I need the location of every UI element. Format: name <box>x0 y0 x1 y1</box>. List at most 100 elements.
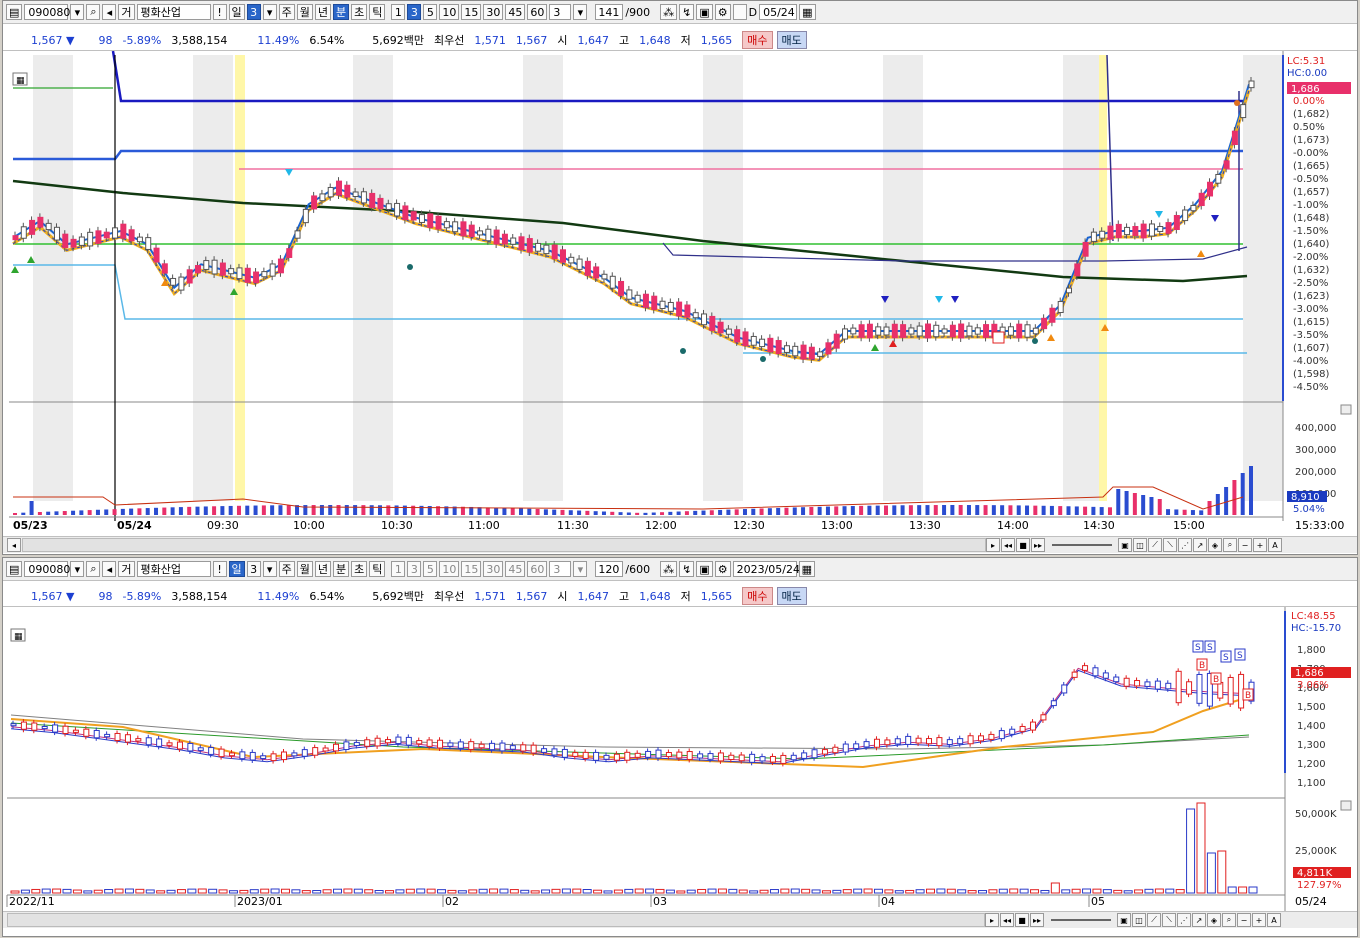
draw-trend-icon[interactable]: ⟍ <box>1162 913 1176 927</box>
period-dropdown-icon[interactable]: ▾ <box>262 561 277 577</box>
interval-5[interactable]: 5 <box>423 4 438 20</box>
period-month[interactable]: 월 <box>296 561 313 577</box>
indicator-icon[interactable]: ⁂ <box>660 4 678 20</box>
draw-arrow-icon[interactable]: ↗ <box>1192 913 1206 927</box>
interval-15[interactable]: 15 <box>461 561 482 577</box>
interval-5[interactable]: 5 <box>423 561 438 577</box>
daily-candlestick-chart[interactable]: SSSSBBB LC:48.55HC:-15.701,8001,7001,600… <box>3 607 1355 911</box>
shape-icon[interactable]: ◈ <box>1208 538 1222 552</box>
intraday-candlestick-chart[interactable]: LC:5.31HC:0.00 1,6860.00% (1,682) 0.50% (1,6… <box>3 51 1355 538</box>
calendar-icon[interactable]: ▦ <box>799 4 816 20</box>
buy-button[interactable]: 매수 <box>742 587 773 605</box>
count-input[interactable]: 141 <box>595 4 624 20</box>
draw-fib-icon[interactable]: ⋰ <box>1178 538 1192 552</box>
interval-3[interactable]: 3 <box>407 561 422 577</box>
interval-3[interactable]: 3 <box>407 4 422 20</box>
sell-button[interactable]: 매도 <box>776 31 807 49</box>
layout-split-icon[interactable]: ◫ <box>1132 913 1146 927</box>
interval-value-input[interactable]: 3 <box>549 4 572 20</box>
draw-line-icon[interactable]: ⟋ <box>1147 913 1161 927</box>
scroll-track[interactable] <box>22 538 986 552</box>
period-count[interactable]: 3 <box>246 4 261 20</box>
layout-icon[interactable]: ▤ <box>6 4 23 20</box>
alert-icon[interactable]: ! <box>212 4 227 20</box>
calendar-icon[interactable]: ▦ <box>798 561 816 577</box>
period-tick[interactable]: 틱 <box>369 4 386 20</box>
scroll-left-icon[interactable]: ◂ <box>7 538 21 552</box>
period-week[interactable]: 주 <box>278 561 295 577</box>
period-dropdown-icon[interactable]: ▾ <box>262 4 277 20</box>
search-icon[interactable]: ⌕ <box>86 561 101 577</box>
play-icon[interactable]: ▸ <box>985 913 999 927</box>
text-icon[interactable]: A <box>1267 913 1281 927</box>
zoom-slider[interactable] <box>1051 919 1111 921</box>
minimize-icon[interactable] <box>1340 800 1352 811</box>
play-icon[interactable]: ▸ <box>986 538 1000 552</box>
plus-icon[interactable]: + <box>1253 538 1267 552</box>
period-count[interactable]: 3 <box>246 561 261 577</box>
interval-45[interactable]: 45 <box>505 561 526 577</box>
period-year[interactable]: 년 <box>314 561 332 577</box>
layout-tile-icon[interactable]: ▣ <box>1117 913 1131 927</box>
period-week[interactable]: 주 <box>278 4 295 20</box>
interval-1[interactable]: 1 <box>391 561 406 577</box>
count-input[interactable]: 120 <box>595 561 624 577</box>
shape-icon[interactable]: ◈ <box>1207 913 1221 927</box>
period-second[interactable]: 초 <box>351 561 368 577</box>
indicator-icon[interactable]: ⁂ <box>660 561 678 577</box>
compare-icon[interactable]: ↯ <box>679 4 695 20</box>
period-day[interactable]: 일 <box>228 561 245 577</box>
period-minute[interactable]: 분 <box>333 561 350 577</box>
rewind-icon[interactable]: ◂◂ <box>1000 913 1014 927</box>
interval-dropdown-icon[interactable]: ▾ <box>573 561 588 577</box>
zoom-in-icon[interactable]: ⌕ <box>1223 538 1237 552</box>
minus-icon[interactable]: − <box>1237 913 1251 927</box>
layout-split-icon[interactable]: ◫ <box>1133 538 1147 552</box>
interval-60[interactable]: 60 <box>527 561 548 577</box>
daily-scrollbar[interactable]: ▸ ◂◂ ■ ▸▸ ▣ ◫ ⟋ ⟍ ⋰ ↗ ◈ ⌕ − + A <box>3 911 1357 928</box>
draw-trend-icon[interactable]: ⟍ <box>1163 538 1177 552</box>
zoom-in-icon[interactable]: ⌕ <box>1222 913 1236 927</box>
code-dropdown-icon[interactable]: ▾ <box>70 4 85 20</box>
forward-icon[interactable]: ▸▸ <box>1031 538 1045 552</box>
interval-45[interactable]: 45 <box>505 4 526 20</box>
rewind-icon[interactable]: ◂◂ <box>1001 538 1015 552</box>
speaker-icon[interactable]: ◂ <box>102 561 117 577</box>
interval-value-input[interactable]: 3 <box>549 561 572 577</box>
gear-icon[interactable]: ⚙ <box>714 4 731 20</box>
layout-tile-icon[interactable]: ▣ <box>1118 538 1132 552</box>
compare-icon[interactable]: ↯ <box>679 561 695 577</box>
interval-dropdown-icon[interactable]: ▾ <box>573 4 588 20</box>
date-input[interactable]: 05/24 <box>759 4 798 20</box>
minus-icon[interactable]: − <box>1238 538 1252 552</box>
layout-icon[interactable]: ▤ <box>6 561 23 577</box>
draw-line-icon[interactable]: ⟋ <box>1148 538 1162 552</box>
period-month[interactable]: 월 <box>296 4 313 20</box>
save-icon[interactable]: ▣ <box>696 4 713 20</box>
sell-button[interactable]: 매도 <box>776 587 807 605</box>
interval-15[interactable]: 15 <box>461 4 482 20</box>
date-checkbox[interactable] <box>732 4 747 20</box>
scroll-track[interactable] <box>7 913 985 927</box>
period-tick[interactable]: 틱 <box>369 561 386 577</box>
interval-10[interactable]: 10 <box>439 4 460 20</box>
stop-icon[interactable]: ■ <box>1016 538 1030 552</box>
draw-fib-icon[interactable]: ⋰ <box>1177 913 1191 927</box>
search-icon[interactable]: ⌕ <box>86 4 101 20</box>
draw-arrow-icon[interactable]: ↗ <box>1193 538 1207 552</box>
period-day[interactable]: 일 <box>228 4 245 20</box>
stock-code-input[interactable]: 090080 <box>24 561 70 577</box>
intraday-scrollbar[interactable]: ◂ ▸ ◂◂ ■ ▸▸ ▣ ◫ ⟋ ⟍ ⋰ ↗ ◈ ⌕ − + A <box>3 536 1357 553</box>
period-year[interactable]: 년 <box>314 4 332 20</box>
speaker-icon[interactable]: ◂ <box>102 4 117 20</box>
interval-1[interactable]: 1 <box>391 4 406 20</box>
code-dropdown-icon[interactable]: ▾ <box>70 561 85 577</box>
period-minute[interactable]: 분 <box>333 4 350 20</box>
text-icon[interactable]: A <box>1268 538 1282 552</box>
save-icon[interactable]: ▣ <box>696 561 713 577</box>
stock-code-input[interactable]: 090080 <box>24 4 70 20</box>
period-second[interactable]: 초 <box>351 4 368 20</box>
zoom-slider[interactable] <box>1052 544 1112 546</box>
interval-60[interactable]: 60 <box>527 4 548 20</box>
forward-icon[interactable]: ▸▸ <box>1030 913 1044 927</box>
